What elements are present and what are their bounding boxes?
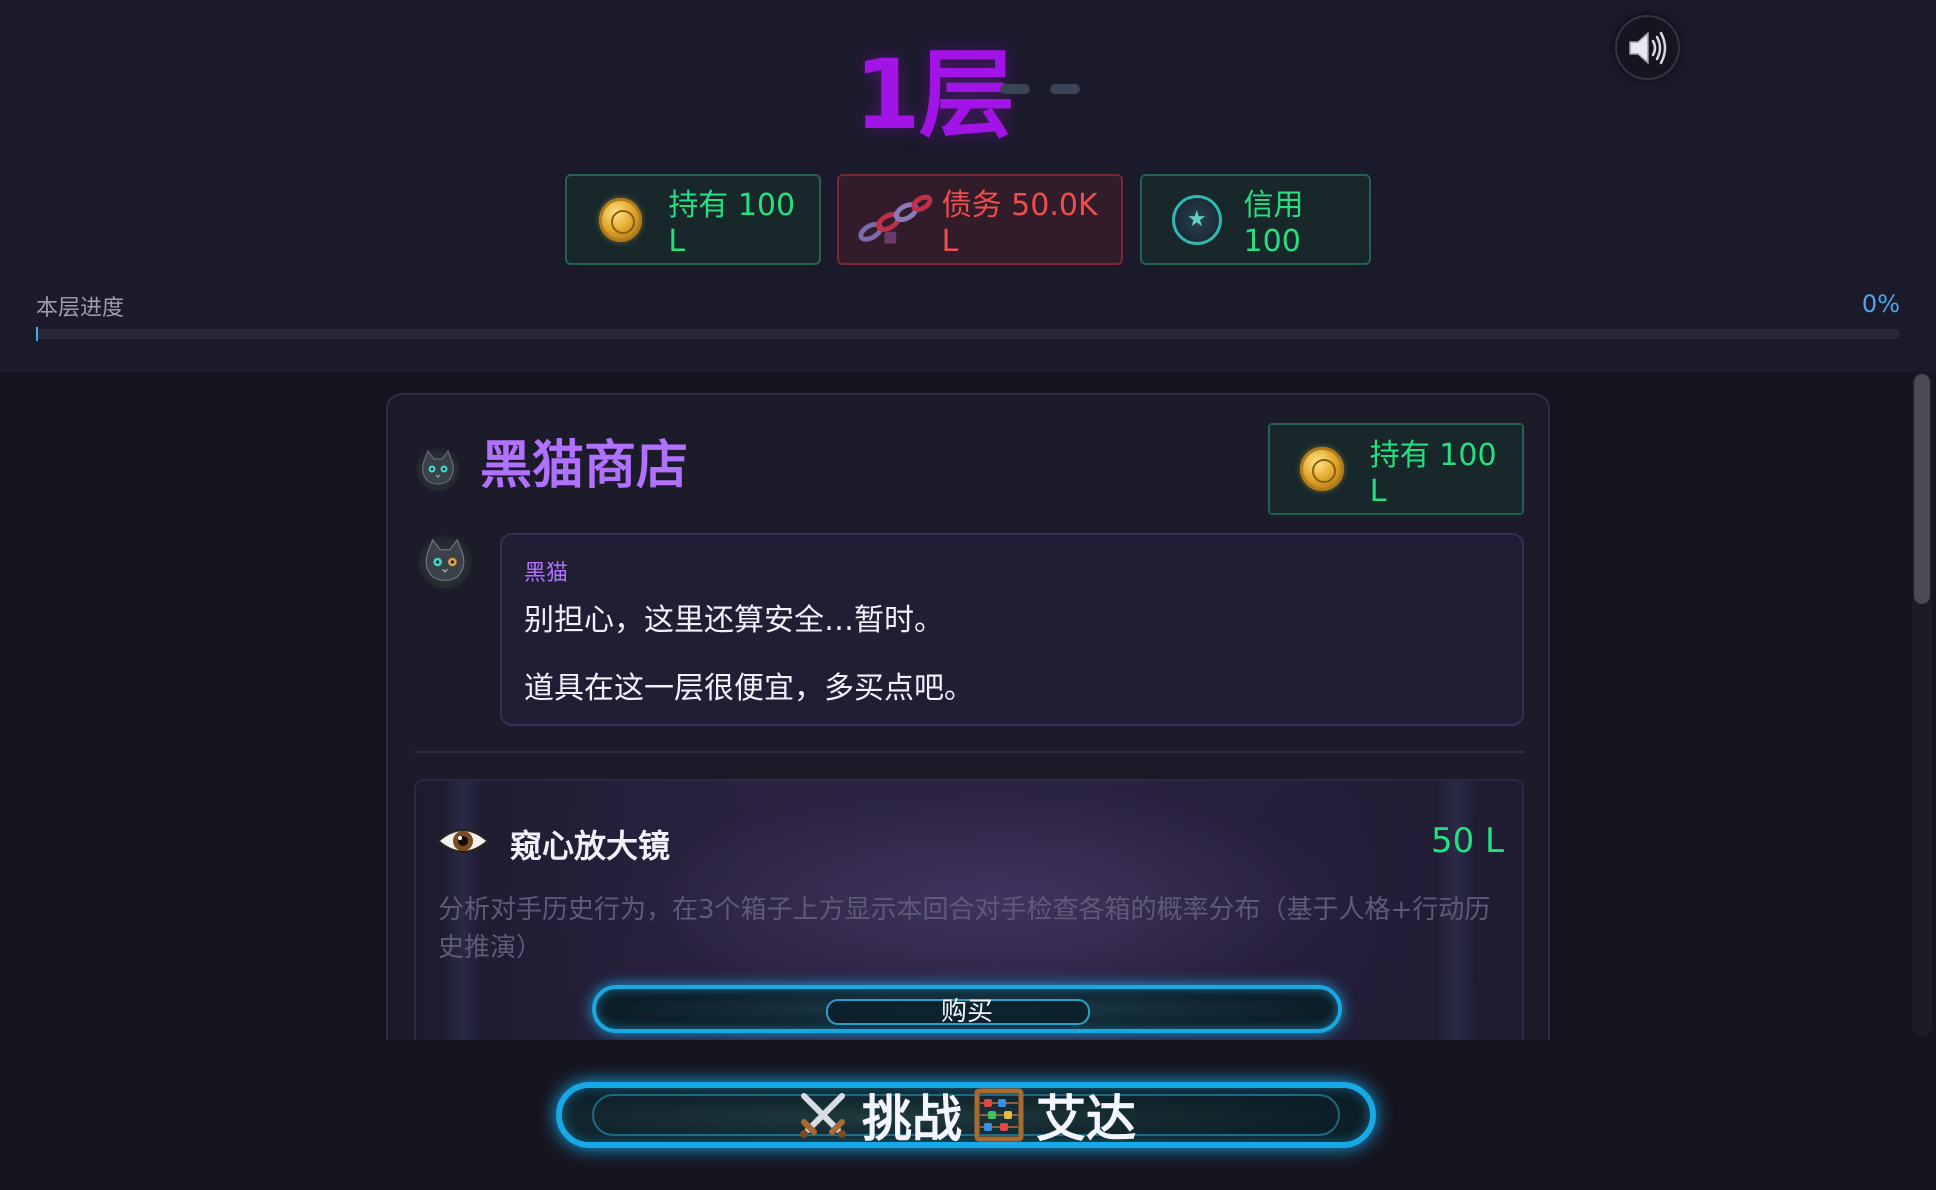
scrollbar-thumb[interactable] <box>1914 374 1930 604</box>
coin-icon <box>1300 447 1344 491</box>
abacus-icon <box>974 1088 1024 1142</box>
held-balance-box: 持有 100 L <box>565 174 821 265</box>
chain-icon <box>858 194 933 244</box>
black-cat-icon <box>416 447 460 491</box>
held-balance-label: 持有 100 L <box>668 188 796 259</box>
floor-title: 1层 <box>854 39 1015 151</box>
dialog-line: 道具在这一层很便宜，多买点吧。 <box>524 671 974 706</box>
coin-icon <box>599 197 643 242</box>
floor-indicator-dash <box>1050 84 1080 94</box>
buy-button-label: 购买 <box>940 996 993 1027</box>
dialog-speaker: 黑猫 <box>524 561 569 586</box>
sound-toggle-button[interactable] <box>1615 15 1680 80</box>
progress-percent: 0% <box>1861 290 1900 318</box>
shop-title: 黑猫商店 <box>480 436 689 496</box>
dialog-bubble: 黑猫 别担心，这里还算安全…暂时。 道具在这一层很便宜，多买点吧。 <box>500 533 1524 726</box>
item-price: 50 L <box>1430 821 1504 861</box>
black-cat-avatar <box>418 535 472 589</box>
speaker-icon <box>1628 30 1666 65</box>
challenge-label-prefix: 挑战 <box>862 1090 962 1148</box>
shop-balance-label: 持有 100 L <box>1369 437 1497 509</box>
eye-icon <box>436 828 490 854</box>
divider <box>414 751 1524 753</box>
shop-panel: 黑猫商店 持有 100 L 黑猫 别担心，这里还算安全…暂时。 道具在这一层很便… <box>386 393 1550 1053</box>
challenge-button[interactable]: 挑战 艾达 <box>556 1082 1376 1148</box>
credit-label: 信用 100 <box>1243 188 1304 259</box>
item-description: 分析对手历史行为，在3个箱子上方显示本回合对手检查各箱的概率分布（基于人格+行动… <box>438 895 1491 963</box>
dialog-line: 别担心，这里还算安全…暂时。 <box>524 603 944 638</box>
item-name: 窥心放大镜 <box>510 827 671 865</box>
top-bar: 1层 持有 100 L 债务 50.0K L ★ 信用 100 本层进度 0% <box>0 0 1936 372</box>
shop-item-card: 窥心放大镜 50 L 分析对手历史行为，在3个箱子上方显示本回合对手检查各箱的概… <box>414 779 1524 1053</box>
challenge-label-suffix: 艾达 <box>1036 1090 1136 1148</box>
floor-indicator-dash <box>1000 84 1030 94</box>
crossed-swords-icon <box>800 1093 846 1138</box>
buy-button[interactable]: 购买 <box>592 985 1342 1033</box>
credit-box: ★ 信用 100 <box>1140 174 1371 265</box>
debt-box: 债务 50.0K L <box>837 174 1123 265</box>
progress-label: 本层进度 <box>36 296 125 321</box>
credit-star-icon: ★ <box>1172 194 1222 245</box>
debt-label: 债务 50.0K L <box>941 188 1098 259</box>
progress-bar-marker <box>36 327 38 341</box>
progress-bar <box>36 329 1900 339</box>
shop-balance-box: 持有 100 L <box>1268 423 1524 515</box>
